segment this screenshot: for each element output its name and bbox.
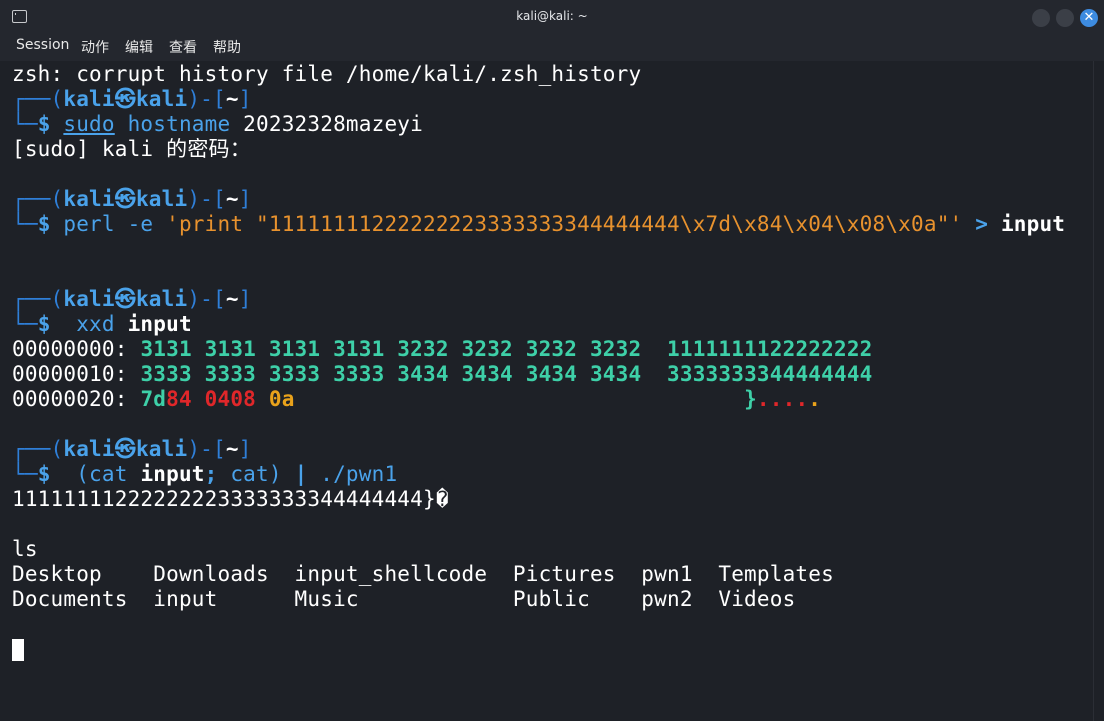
text-cursor — [12, 639, 24, 661]
command-line: └─$ sudo hostname 20232328mazeyi — [12, 112, 423, 136]
menu-help[interactable]: 帮助 — [213, 37, 241, 57]
title-bar: kali@kali: ~ ✕ — [0, 0, 1104, 35]
maximize-button[interactable] — [1056, 9, 1074, 27]
sudo-password-line: [sudo] kali 的密码： — [12, 137, 251, 161]
hexdump-row: 00000020: 7d84 0408 0a }..... — [12, 387, 822, 411]
close-button[interactable]: ✕ — [1080, 9, 1098, 27]
ls-output-row: Desktop Downloads input_shellcode Pictur… — [12, 562, 834, 586]
command-line: └─$ (cat input; cat) | ./pwn1 — [12, 462, 398, 486]
menu-actions[interactable]: 动作 — [81, 37, 109, 57]
window-title: kali@kali: ~ — [516, 9, 588, 23]
prompt-line: ┌──(kali㉿kali)-[~] — [12, 187, 252, 211]
prompt-line: ┌──(kali㉿kali)-[~] — [12, 437, 252, 461]
command-line: └─$ xxd input — [12, 312, 192, 336]
warning-line: zsh: corrupt history file /home/kali/.zs… — [12, 62, 642, 86]
close-icon: ✕ — [1083, 10, 1095, 25]
minimize-button[interactable] — [1032, 9, 1050, 27]
ls-output-row: Documents input Music Public pwn2 Videos — [12, 587, 796, 611]
program-output: 11111111222222223333333344444444}� — [12, 487, 449, 511]
hexdump-row: 00000010: 3333 3333 3333 3333 3434 3434 … — [12, 362, 873, 386]
prompt-line: ┌──(kali㉿kali)-[~] — [12, 87, 252, 111]
scrollbar[interactable] — [1093, 61, 1104, 721]
menu-session[interactable]: Session — [16, 37, 69, 53]
menu-edit[interactable]: 编辑 — [125, 37, 153, 57]
prompt-line: ┌──(kali㉿kali)-[~] — [12, 287, 252, 311]
terminal-window: kali@kali: ~ ✕ Session 动作 编辑 查看 帮助 zsh: … — [0, 0, 1104, 721]
hexdump-row: 00000000: 3131 3131 3131 3131 3232 3232 … — [12, 337, 873, 361]
typed-command: ls — [12, 537, 38, 561]
command-line: └─$ perl -e 'print "11111111222222223333… — [12, 212, 1066, 236]
menu-bar: Session 动作 编辑 查看 帮助 — [0, 34, 1104, 61]
menu-view[interactable]: 查看 — [169, 37, 197, 57]
